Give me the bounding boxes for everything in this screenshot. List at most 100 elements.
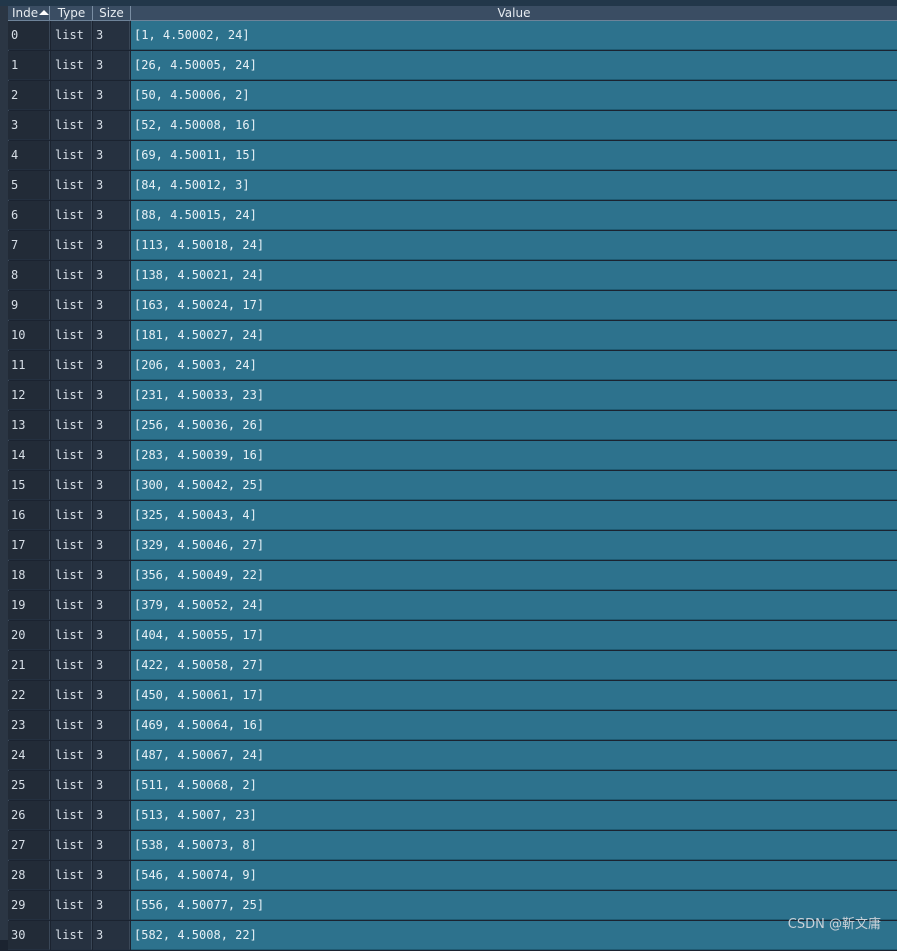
row-size-cell[interactable]: 3 xyxy=(93,621,130,650)
row-type-cell[interactable]: list xyxy=(51,171,92,200)
row-value-cell[interactable]: [422, 4.50058, 27] xyxy=(131,651,897,680)
row-type-cell[interactable]: list xyxy=(51,111,92,140)
row-size-cell[interactable]: 3 xyxy=(93,531,130,560)
row-type-cell[interactable]: list xyxy=(51,861,92,890)
row-value-cell[interactable]: [450, 4.50061, 17] xyxy=(131,681,897,710)
row-type-cell[interactable]: list xyxy=(51,681,92,710)
table-row[interactable]: 28 list 3 [546, 4.50074, 9] xyxy=(8,861,897,891)
row-index-cell[interactable]: 1 xyxy=(8,51,50,80)
row-type-cell[interactable]: list xyxy=(51,261,92,290)
row-type-cell[interactable]: list xyxy=(51,411,92,440)
row-size-cell[interactable]: 3 xyxy=(93,231,130,260)
row-size-cell[interactable]: 3 xyxy=(93,771,130,800)
row-index-cell[interactable]: 16 xyxy=(8,501,50,530)
row-value-cell[interactable]: [582, 4.5008, 22] xyxy=(131,921,897,950)
row-index-cell[interactable]: 2 xyxy=(8,81,50,110)
row-type-cell[interactable]: list xyxy=(51,801,92,830)
table-row[interactable]: 11 list 3 [206, 4.5003, 24] xyxy=(8,351,897,381)
row-size-cell[interactable]: 3 xyxy=(93,741,130,770)
table-row[interactable]: 9 list 3 [163, 4.50024, 17] xyxy=(8,291,897,321)
row-index-cell[interactable]: 20 xyxy=(8,621,50,650)
row-value-cell[interactable]: [256, 4.50036, 26] xyxy=(131,411,897,440)
row-type-cell[interactable]: list xyxy=(51,591,92,620)
row-value-cell[interactable]: [404, 4.50055, 17] xyxy=(131,621,897,650)
row-size-cell[interactable]: 3 xyxy=(93,861,130,890)
row-value-cell[interactable]: [88, 4.50015, 24] xyxy=(131,201,897,230)
row-type-cell[interactable]: list xyxy=(51,441,92,470)
row-index-cell[interactable]: 10 xyxy=(8,321,50,350)
table-row[interactable]: 20 list 3 [404, 4.50055, 17] xyxy=(8,621,897,651)
table-row[interactable]: 8 list 3 [138, 4.50021, 24] xyxy=(8,261,897,291)
row-size-cell[interactable]: 3 xyxy=(93,651,130,680)
row-index-cell[interactable]: 6 xyxy=(8,201,50,230)
table-row[interactable]: 17 list 3 [329, 4.50046, 27] xyxy=(8,531,897,561)
row-index-cell[interactable]: 5 xyxy=(8,171,50,200)
row-index-cell[interactable]: 15 xyxy=(8,471,50,500)
table-row[interactable]: 23 list 3 [469, 4.50064, 16] xyxy=(8,711,897,741)
row-type-cell[interactable]: list xyxy=(51,81,92,110)
row-index-cell[interactable]: 8 xyxy=(8,261,50,290)
row-value-cell[interactable]: [138, 4.50021, 24] xyxy=(131,261,897,290)
table-row[interactable]: 24 list 3 [487, 4.50067, 24] xyxy=(8,741,897,771)
table-row[interactable]: 29 list 3 [556, 4.50077, 25] xyxy=(8,891,897,921)
row-value-cell[interactable]: [231, 4.50033, 23] xyxy=(131,381,897,410)
row-value-cell[interactable]: [181, 4.50027, 24] xyxy=(131,321,897,350)
table-row[interactable]: 7 list 3 [113, 4.50018, 24] xyxy=(8,231,897,261)
row-index-cell[interactable]: 27 xyxy=(8,831,50,860)
row-index-cell[interactable]: 4 xyxy=(8,141,50,170)
table-row[interactable]: 10 list 3 [181, 4.50027, 24] xyxy=(8,321,897,351)
row-value-cell[interactable]: [1, 4.50002, 24] xyxy=(131,21,897,50)
row-size-cell[interactable]: 3 xyxy=(93,891,130,920)
row-type-cell[interactable]: list xyxy=(51,51,92,80)
row-size-cell[interactable]: 3 xyxy=(93,831,130,860)
table-row[interactable]: 14 list 3 [283, 4.50039, 16] xyxy=(8,441,897,471)
row-value-cell[interactable]: [206, 4.5003, 24] xyxy=(131,351,897,380)
row-type-cell[interactable]: list xyxy=(51,471,92,500)
row-size-cell[interactable]: 3 xyxy=(93,201,130,230)
row-type-cell[interactable]: list xyxy=(51,201,92,230)
row-index-cell[interactable]: 13 xyxy=(8,411,50,440)
table-row[interactable]: 18 list 3 [356, 4.50049, 22] xyxy=(8,561,897,591)
row-index-cell[interactable]: 3 xyxy=(8,111,50,140)
row-value-cell[interactable]: [52, 4.50008, 16] xyxy=(131,111,897,140)
row-value-cell[interactable]: [300, 4.50042, 25] xyxy=(131,471,897,500)
table-row[interactable]: 13 list 3 [256, 4.50036, 26] xyxy=(8,411,897,441)
column-header-type[interactable]: Type xyxy=(51,6,93,20)
row-value-cell[interactable]: [283, 4.50039, 16] xyxy=(131,441,897,470)
row-type-cell[interactable]: list xyxy=(51,771,92,800)
row-size-cell[interactable]: 3 xyxy=(93,471,130,500)
row-size-cell[interactable]: 3 xyxy=(93,21,130,50)
table-row[interactable]: 21 list 3 [422, 4.50058, 27] xyxy=(8,651,897,681)
row-index-cell[interactable]: 0 xyxy=(8,21,50,50)
row-index-cell[interactable]: 7 xyxy=(8,231,50,260)
row-type-cell[interactable]: list xyxy=(51,651,92,680)
row-value-cell[interactable]: [329, 4.50046, 27] xyxy=(131,531,897,560)
row-value-cell[interactable]: [546, 4.50074, 9] xyxy=(131,861,897,890)
row-value-cell[interactable]: [113, 4.50018, 24] xyxy=(131,231,897,260)
row-type-cell[interactable]: list xyxy=(51,741,92,770)
table-row[interactable]: 25 list 3 [511, 4.50068, 2] xyxy=(8,771,897,801)
row-size-cell[interactable]: 3 xyxy=(93,351,130,380)
row-type-cell[interactable]: list xyxy=(51,531,92,560)
row-size-cell[interactable]: 3 xyxy=(93,291,130,320)
table-row[interactable]: 2 list 3 [50, 4.50006, 2] xyxy=(8,81,897,111)
row-value-cell[interactable]: [511, 4.50068, 2] xyxy=(131,771,897,800)
row-size-cell[interactable]: 3 xyxy=(93,501,130,530)
row-value-cell[interactable]: [325, 4.50043, 4] xyxy=(131,501,897,530)
row-index-cell[interactable]: 18 xyxy=(8,561,50,590)
table-row[interactable]: 4 list 3 [69, 4.50011, 15] xyxy=(8,141,897,171)
row-value-cell[interactable]: [556, 4.50077, 25] xyxy=(131,891,897,920)
row-size-cell[interactable]: 3 xyxy=(93,681,130,710)
row-index-cell[interactable]: 19 xyxy=(8,591,50,620)
row-value-cell[interactable]: [513, 4.5007, 23] xyxy=(131,801,897,830)
table-row[interactable]: 16 list 3 [325, 4.50043, 4] xyxy=(8,501,897,531)
table-row[interactable]: 6 list 3 [88, 4.50015, 24] xyxy=(8,201,897,231)
row-value-cell[interactable]: [538, 4.50073, 8] xyxy=(131,831,897,860)
table-row[interactable]: 3 list 3 [52, 4.50008, 16] xyxy=(8,111,897,141)
row-index-cell[interactable]: 21 xyxy=(8,651,50,680)
table-row[interactable]: 26 list 3 [513, 4.5007, 23] xyxy=(8,801,897,831)
row-type-cell[interactable]: list xyxy=(51,381,92,410)
table-row[interactable]: 5 list 3 [84, 4.50012, 3] xyxy=(8,171,897,201)
row-index-cell[interactable]: 9 xyxy=(8,291,50,320)
row-type-cell[interactable]: list xyxy=(51,21,92,50)
